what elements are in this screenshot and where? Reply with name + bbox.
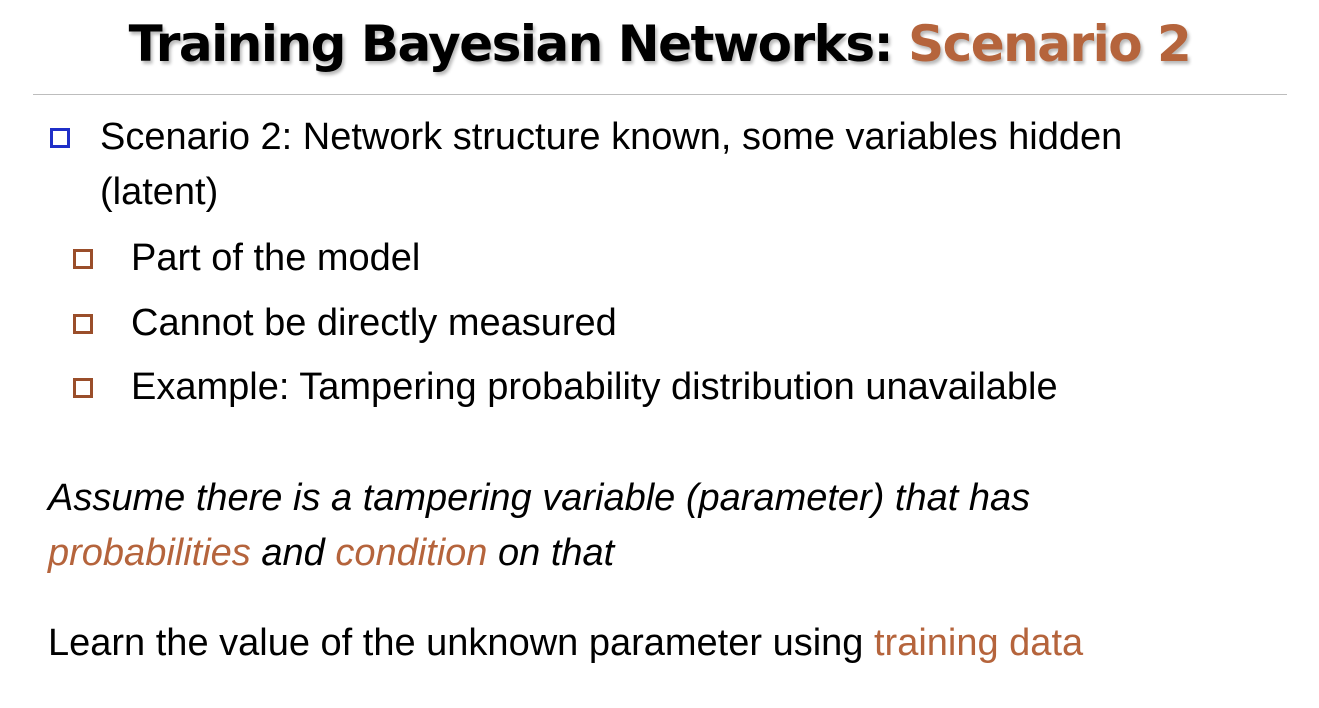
checkbox-bullet-icon (50, 128, 70, 148)
highlight-probabilities: probabilities (48, 532, 251, 574)
sub-bullet-1: Part of the model (131, 237, 421, 279)
bullet-main-line1: Scenario 2: Network structure known, som… (100, 116, 1123, 158)
title-accent: Scenario 2 (908, 15, 1192, 73)
sub-bullet-3: Example: Tampering probability distribut… (131, 366, 1058, 408)
checkbox-bullet-icon (73, 378, 93, 398)
highlight-condition: condition (335, 532, 488, 574)
assume-line-1: Assume there is a tampering variable (pa… (48, 477, 1031, 519)
highlight-training-data: training data (873, 622, 1084, 664)
title-main: Training Bayesian Networks: (128, 15, 909, 73)
sub-bullet-2: Cannot be directly measured (131, 302, 617, 344)
title-divider (33, 94, 1287, 95)
assume-line-2: probabilities and condition on that (48, 526, 614, 581)
slide-title: Training Bayesian Networks: Scenario 2 (0, 10, 1319, 78)
assume-end: on that (487, 532, 615, 574)
bullet-main-line2: (latent) (100, 171, 219, 213)
assume-and: and (250, 532, 336, 574)
checkbox-bullet-icon (73, 249, 93, 269)
learn-line: Learn the value of the unknown parameter… (48, 616, 1083, 671)
learn-text: Learn the value of the unknown parameter… (48, 622, 874, 664)
checkbox-bullet-icon (73, 314, 93, 334)
